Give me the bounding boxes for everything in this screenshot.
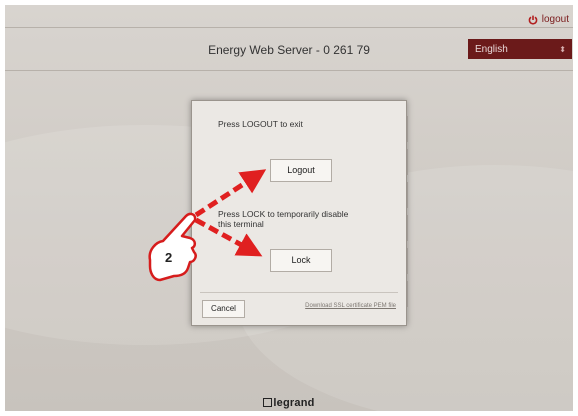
select-arrows-icon: ⬍ [559, 44, 566, 54]
logout-link[interactable]: logout [528, 14, 569, 25]
step-number: 2 [165, 250, 173, 265]
legrand-logo: legrand [5, 397, 573, 409]
lock-button[interactable]: Lock [270, 249, 332, 272]
cancel-button[interactable]: Cancel [202, 300, 245, 318]
logout-label: logout [541, 14, 569, 25]
lock-prompt-line: Press LOCK to temporarily disable [218, 209, 349, 219]
legrand-logo-mark [263, 398, 273, 407]
power-icon [528, 15, 538, 25]
header-divider [5, 27, 573, 28]
brand-name: legrand [273, 397, 315, 409]
header-divider [5, 70, 573, 71]
logout-button[interactable]: Logout [270, 159, 332, 182]
lock-prompt: Press LOCK to temporarily disable this t… [218, 209, 348, 229]
lock-prompt-line: this terminal [218, 219, 264, 229]
dialog-divider [200, 292, 398, 293]
logout-dialog: Press LOGOUT to exit Logout Press LOCK t… [191, 100, 407, 326]
language-value: English [475, 43, 508, 55]
app-window: logout Energy Web Server - 0 261 79 Engl… [5, 5, 573, 411]
language-select[interactable]: English ⬍ [468, 39, 572, 59]
download-certificate-link[interactable]: Download SSL certificate PEM file [305, 303, 396, 309]
logout-prompt: Press LOGOUT to exit [218, 119, 303, 129]
